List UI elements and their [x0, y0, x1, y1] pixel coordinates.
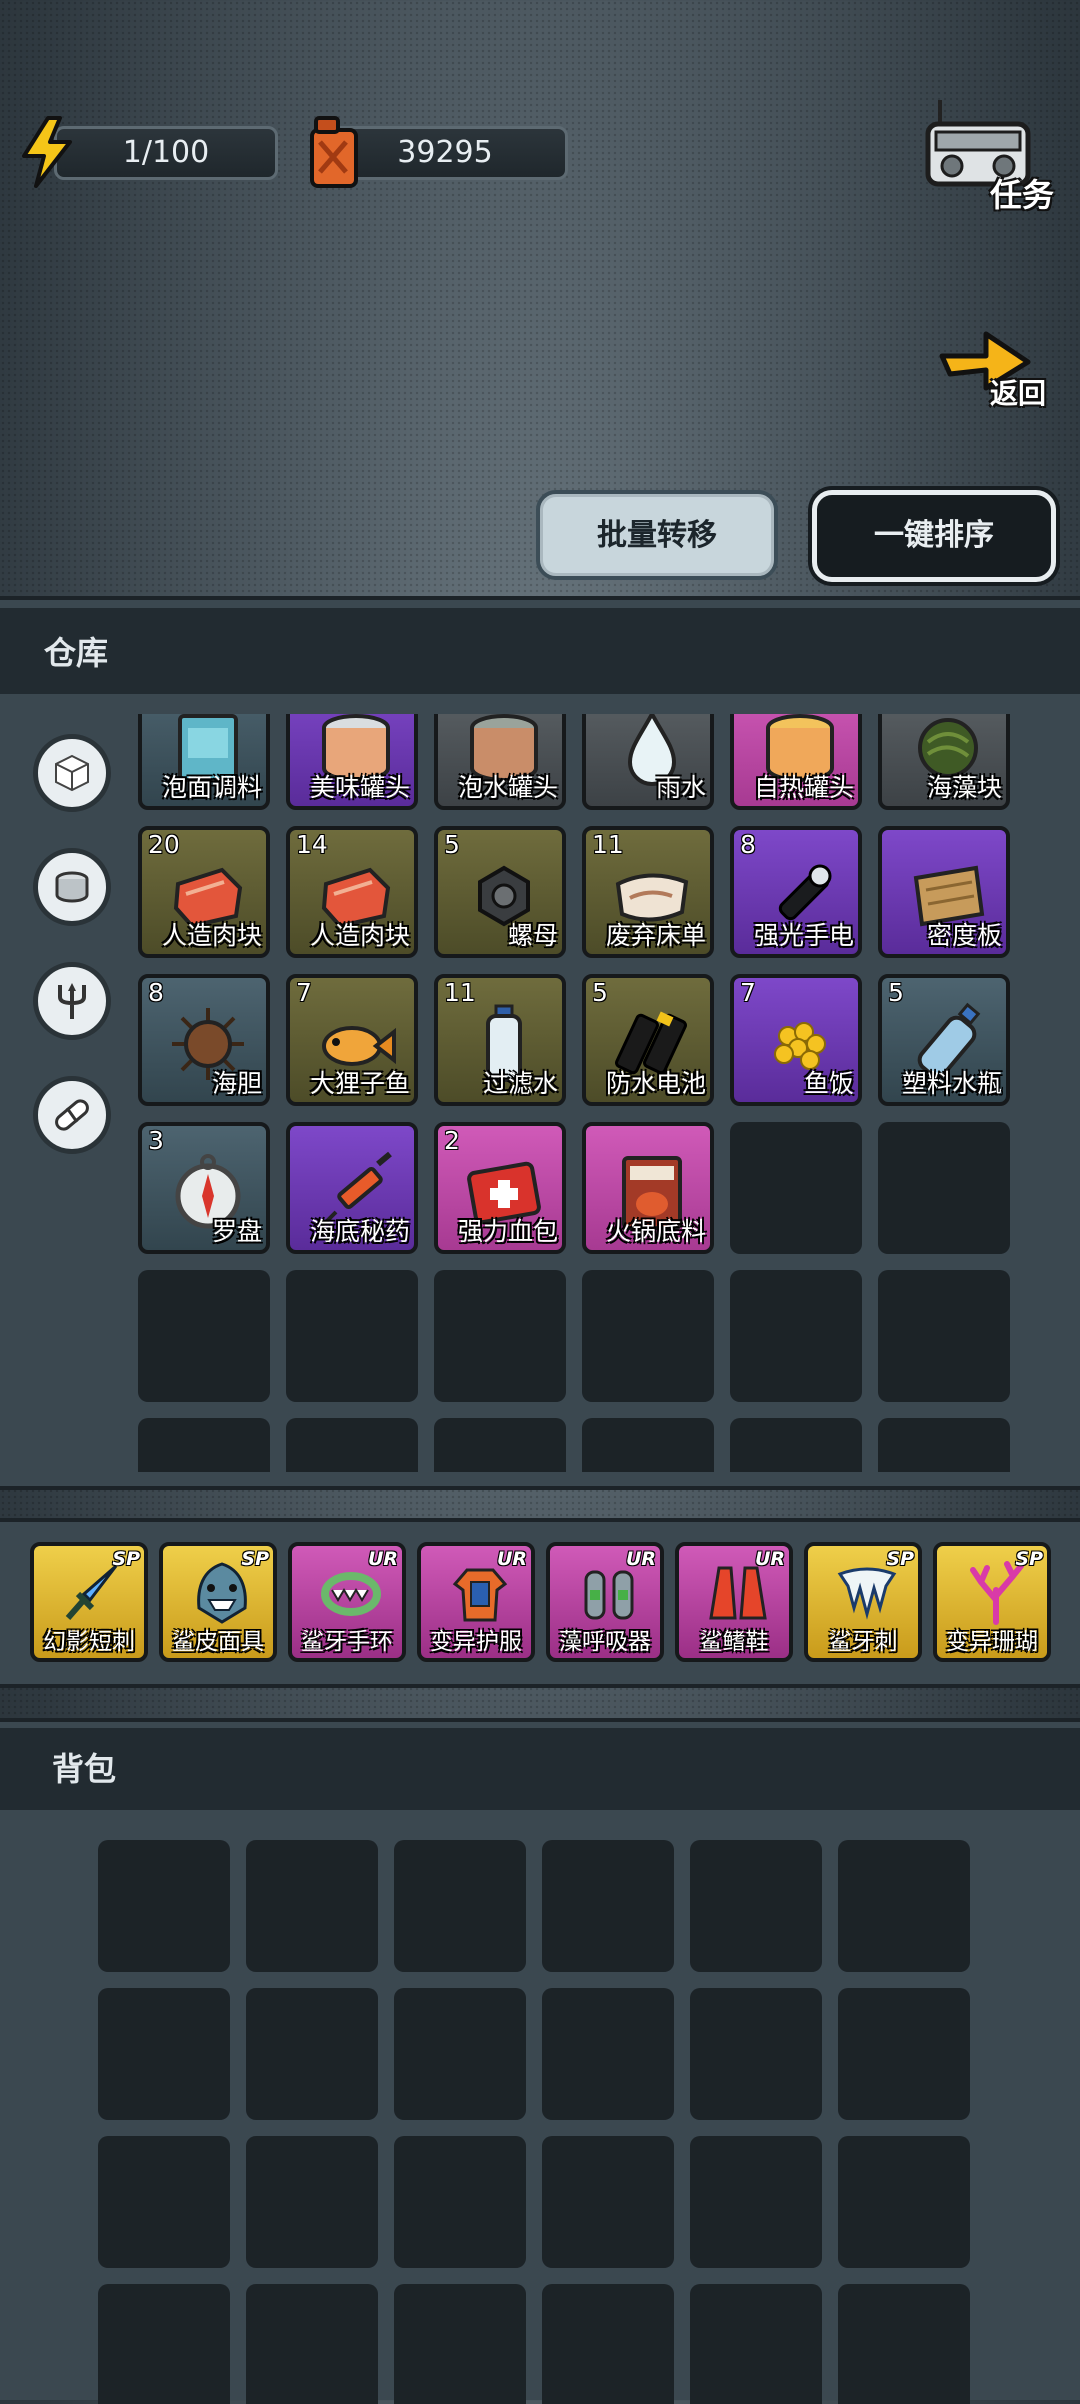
warehouse-item-slot[interactable]: 7 大狸子鱼 [286, 974, 418, 1106]
warehouse-item-slot[interactable]: 11 过滤水 [434, 974, 566, 1106]
empty-slot[interactable] [878, 1418, 1010, 1472]
warehouse-item-slot[interactable]: 6 海藻块 [878, 714, 1010, 810]
empty-slot[interactable] [838, 2136, 970, 2268]
empty-slot[interactable] [690, 1988, 822, 2120]
batch-transfer-button[interactable]: 批量转移 [536, 490, 778, 580]
mission-button[interactable]: 任务 [910, 96, 1060, 216]
energy-value: 1/100 [122, 135, 210, 170]
empty-slot[interactable] [690, 1840, 822, 1972]
lightning-icon [22, 116, 72, 188]
empty-slot[interactable] [730, 1270, 862, 1402]
warehouse-item-slot[interactable]: 11 废弃床单 [582, 826, 714, 958]
equipment-slot[interactable]: SP 变异珊瑚 [933, 1542, 1051, 1662]
empty-slot[interactable] [582, 1418, 714, 1472]
empty-slot[interactable] [138, 1418, 270, 1472]
warehouse-item-slot[interactable]: 3 罗盘 [138, 1122, 270, 1254]
equipment-slot[interactable]: SP 幻影短刺 [30, 1542, 148, 1662]
empty-slot[interactable] [394, 2136, 526, 2268]
mission-label: 任务 [989, 176, 1054, 214]
warehouse-item-slot[interactable]: 海底秘药 [286, 1122, 418, 1254]
empty-slot[interactable] [878, 1122, 1010, 1254]
backpack-panel: 背包 [0, 1718, 1080, 2404]
warehouse-item-slot[interactable]: 20 人造肉块 [138, 826, 270, 958]
back-label: 返回 [989, 377, 1046, 410]
empty-slot[interactable] [98, 1988, 230, 2120]
empty-slot[interactable] [246, 2284, 378, 2404]
empty-slot[interactable] [246, 1840, 378, 1972]
warehouse-item-slot[interactable]: 2 强力血包 [434, 1122, 566, 1254]
empty-slot[interactable] [98, 2136, 230, 2268]
empty-slot[interactable] [246, 1988, 378, 2120]
equipment-slot[interactable]: UR 藻呼吸器 [546, 1542, 664, 1662]
warehouse-grid: 3 泡面调料 2 美味罐头 4 泡水罐头 20 雨水 10 自热罐头 6 海藻块 [134, 714, 1034, 1472]
empty-slot[interactable] [394, 1840, 526, 1972]
empty-slot[interactable] [246, 2136, 378, 2268]
warehouse-item-slot[interactable]: 7 鱼饭 [730, 974, 862, 1106]
category-food-tab[interactable] [33, 848, 111, 926]
back-button[interactable]: 返回 [936, 322, 1048, 412]
pill-icon [55, 1099, 89, 1131]
warehouse-item-slot[interactable]: 火锅底料 [582, 1122, 714, 1254]
equipment-slot[interactable]: UR 鲨鳍鞋 [675, 1542, 793, 1662]
warehouse-item-slot[interactable]: 5 螺母 [434, 826, 566, 958]
can-icon [55, 871, 89, 903]
trident-icon [58, 983, 86, 1019]
warehouse-item-slot[interactable]: 8 海胆 [138, 974, 270, 1106]
one-key-sort-button[interactable]: 一键排序 [812, 490, 1056, 582]
equipment-slot[interactable]: UR 鲨牙手环 [288, 1542, 406, 1662]
empty-slot[interactable] [542, 2284, 674, 2404]
warehouse-item-slot[interactable]: 5 防水电池 [582, 974, 714, 1106]
empty-slot[interactable] [98, 1840, 230, 1972]
equipment-slot[interactable]: SP 鲨皮面具 [159, 1542, 277, 1662]
warehouse-panel: 仓库 3 泡面调料 2 美味 [0, 596, 1080, 1490]
warehouse-item-slot[interactable]: 4 泡水罐头 [434, 714, 566, 810]
empty-slot[interactable] [138, 1270, 270, 1402]
warehouse-header: 仓库 [0, 608, 1080, 694]
empty-slot[interactable] [730, 1418, 862, 1472]
empty-slot[interactable] [542, 2136, 674, 2268]
empty-slot[interactable] [542, 1988, 674, 2120]
energy-bar: 1/100 [54, 126, 278, 180]
equipment-slot[interactable]: UR 变异护服 [417, 1542, 535, 1662]
backpack-title: 背包 [52, 1750, 117, 1788]
warehouse-item-slot[interactable]: 2 美味罐头 [286, 714, 418, 810]
warehouse-title: 仓库 [44, 634, 109, 672]
warehouse-item-slot[interactable]: 密度板 [878, 826, 1010, 958]
empty-slot[interactable] [394, 1988, 526, 2120]
empty-slot[interactable] [542, 1840, 674, 1972]
equipment-bar: SP 幻影短刺 SP 鲨皮面具 UR 鲨牙手环 UR 变异护服 UR 藻呼吸器 … [0, 1518, 1080, 1688]
cube-icon [55, 754, 89, 792]
empty-slot[interactable] [394, 2284, 526, 2404]
empty-slot[interactable] [582, 1270, 714, 1402]
category-medicine-tab[interactable] [33, 1076, 111, 1154]
warehouse-item-slot[interactable]: 3 泡面调料 [138, 714, 270, 810]
fuel-can-icon [310, 116, 358, 188]
category-tools-tab[interactable] [33, 962, 111, 1040]
warehouse-item-slot[interactable]: 5 塑料水瓶 [878, 974, 1010, 1106]
empty-slot[interactable] [838, 1840, 970, 1972]
empty-slot[interactable] [838, 1988, 970, 2120]
empty-slot[interactable] [838, 2284, 970, 2404]
warehouse-item-slot[interactable]: 20 雨水 [582, 714, 714, 810]
empty-slot[interactable] [878, 1270, 1010, 1402]
empty-slot[interactable] [286, 1270, 418, 1402]
warehouse-item-slot[interactable]: 14 人造肉块 [286, 826, 418, 958]
empty-slot[interactable] [730, 1122, 862, 1254]
warehouse-item-slot[interactable]: 10 自热罐头 [730, 714, 862, 810]
backpack-header: 背包 [0, 1728, 1080, 1810]
warehouse-item-slot[interactable]: 8 强光手电 [730, 826, 862, 958]
empty-slot[interactable] [434, 1418, 566, 1472]
empty-slot[interactable] [690, 2136, 822, 2268]
empty-slot[interactable] [98, 2284, 230, 2404]
equipment-slot[interactable]: SP 鲨牙刺 [804, 1542, 922, 1662]
empty-slot[interactable] [434, 1270, 566, 1402]
empty-slot[interactable] [286, 1418, 418, 1472]
backpack-grid [98, 1832, 984, 2404]
empty-slot[interactable] [690, 2284, 822, 2404]
category-materials-tab[interactable] [33, 734, 111, 812]
